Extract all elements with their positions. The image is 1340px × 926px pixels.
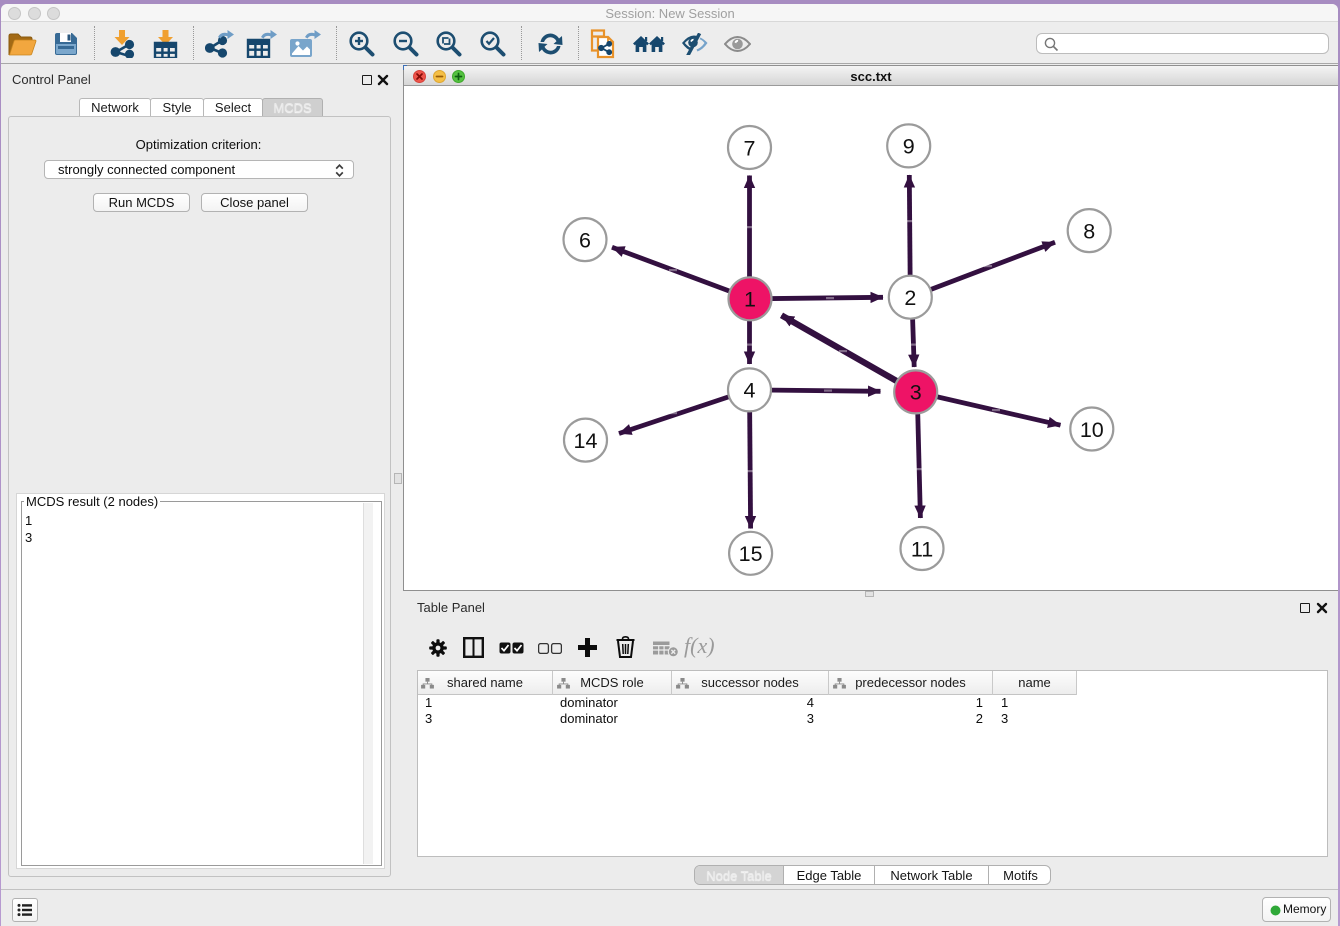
svg-text:8: 8 [1083, 219, 1095, 243]
svg-text:3: 3 [910, 381, 922, 405]
svg-text:7: 7 [744, 136, 756, 160]
svg-text:15: 15 [739, 542, 763, 566]
svg-text:11: 11 [911, 537, 933, 561]
svg-text:4: 4 [744, 379, 756, 403]
svg-text:1: 1 [744, 288, 756, 312]
svg-text:6: 6 [579, 228, 591, 252]
svg-text:14: 14 [574, 429, 598, 453]
svg-text:2: 2 [904, 286, 916, 310]
svg-text:10: 10 [1080, 418, 1104, 442]
svg-text:9: 9 [903, 135, 915, 159]
